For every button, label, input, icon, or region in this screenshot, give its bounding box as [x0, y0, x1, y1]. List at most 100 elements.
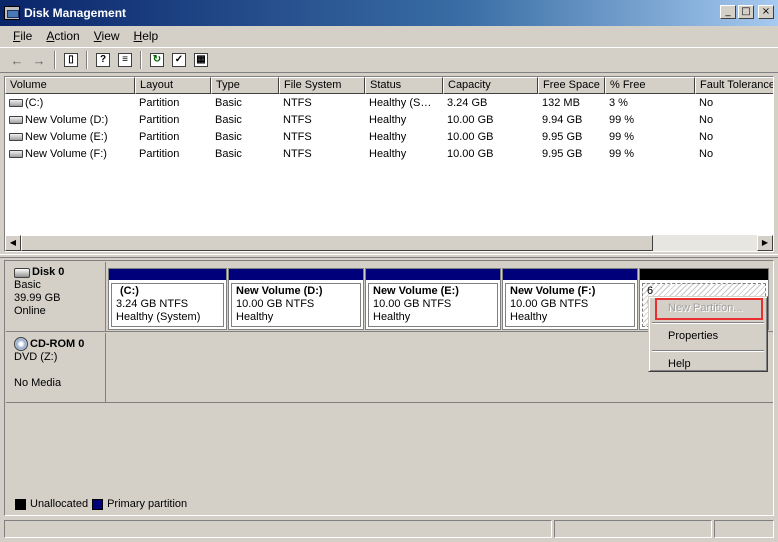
disk-0-label[interactable]: Disk 0 Basic 39.99 GB Online: [6, 262, 106, 332]
help-icon[interactable]: ?: [92, 49, 114, 71]
partition-bar: [503, 269, 637, 280]
toolbar: ← → ▯ ? ≡ ↻ ✓ ▦: [0, 47, 778, 73]
horizontal-scrollbar[interactable]: ◀ ▶: [5, 235, 773, 251]
maximize-button[interactable]: □: [738, 5, 754, 19]
column-type[interactable]: Type: [211, 77, 279, 94]
volume-icon: [9, 99, 23, 107]
partition-status: Healthy: [510, 311, 548, 323]
partition-status: Healthy (System): [116, 311, 201, 323]
partition-bar: [229, 269, 363, 280]
close-button[interactable]: ×: [758, 5, 774, 19]
table-row[interactable]: New Volume (D:) Partition Basic NTFS Hea…: [5, 112, 765, 129]
cell-free-space: 9.95 GB: [542, 131, 583, 143]
rescan-disks-icon[interactable]: ▦: [190, 49, 212, 71]
cell-capacity: 10.00 GB: [447, 148, 494, 160]
partition-name: New Volume (D:): [236, 285, 323, 297]
cell-volume: New Volume (E:): [25, 131, 108, 143]
cell-volume: New Volume (F:): [25, 148, 107, 160]
volume-icon: [9, 150, 23, 158]
column-status[interactable]: Status: [365, 77, 443, 94]
volume-icon: [9, 116, 23, 124]
partition-size: 10.00 GB NTFS: [373, 298, 452, 310]
cell-volume: (C:): [25, 97, 44, 109]
cell-percent-free: 99 %: [609, 114, 635, 126]
disk-management-app-icon[interactable]: [4, 6, 20, 20]
cell-free-space: 9.94 GB: [542, 114, 583, 126]
cell-percent-free: 99 %: [609, 148, 635, 160]
cell-layout: Partition: [139, 97, 180, 109]
menu-item-properties[interactable]: Properties: [651, 327, 765, 347]
disk-name: Disk 0: [32, 266, 65, 278]
scrollbar-thumb[interactable]: [21, 235, 653, 251]
window-title: Disk Management: [24, 6, 127, 20]
scrollbar-track[interactable]: [653, 235, 757, 251]
toolbar-separator: [140, 51, 142, 69]
minimize-button[interactable]: _: [720, 5, 736, 19]
menu-help[interactable]: Help: [127, 27, 166, 45]
toolbar-separator: [54, 51, 56, 69]
partition-f[interactable]: New Volume (F:) 10.00 GB NTFS Healthy: [502, 268, 638, 330]
properties-icon[interactable]: ≡: [114, 49, 136, 71]
unallocated-swatch: [15, 498, 26, 510]
forward-arrow-icon[interactable]: →: [28, 49, 50, 71]
cell-fault-tolerance: No: [699, 114, 714, 126]
menu-item-help[interactable]: Help: [651, 355, 765, 375]
refresh-icon[interactable]: ↻: [146, 49, 168, 71]
cell-file-system: NTFS: [283, 114, 312, 126]
settings-icon[interactable]: ✓: [168, 49, 190, 71]
table-row[interactable]: (C:) Partition Basic NTFS Healthy (S… 3.…: [5, 95, 765, 112]
column-free-space[interactable]: Free Space: [538, 77, 605, 94]
menu-view[interactable]: View: [87, 27, 127, 45]
cdrom-drive: DVD (Z:): [14, 351, 58, 363]
column-layout[interactable]: Layout: [135, 77, 211, 94]
menu-action[interactable]: Action: [39, 27, 86, 45]
table-row[interactable]: New Volume (E:) Partition Basic NTFS Hea…: [5, 129, 765, 146]
pane-splitter[interactable]: [0, 254, 778, 258]
legend-primary: Primary partition: [107, 498, 188, 510]
toolbar-separator: [86, 51, 88, 69]
table-row[interactable]: New Volume (F:) Partition Basic NTFS Hea…: [5, 146, 765, 163]
partition-name: New Volume (E:): [373, 285, 459, 297]
column-file-system[interactable]: File System: [279, 77, 365, 94]
cdrom-media: No Media: [14, 377, 62, 389]
legend: Unallocated Primary partition: [11, 495, 187, 513]
scroll-right-icon[interactable]: ▶: [757, 235, 773, 251]
column-capacity[interactable]: Capacity: [443, 77, 538, 94]
menu-file[interactable]: File: [6, 27, 39, 45]
column-volume[interactable]: Volume: [5, 77, 135, 94]
partition-bar: [366, 269, 500, 280]
partition-bar: [109, 269, 226, 280]
unallocated-bar: [640, 269, 768, 280]
partition-status: Healthy: [373, 311, 411, 323]
status-cell: [714, 520, 774, 538]
cell-fault-tolerance: No: [699, 131, 714, 143]
cell-type: Basic: [215, 114, 242, 126]
disk-icon: [14, 267, 30, 278]
volume-list: Volume Layout Type File System Status Ca…: [4, 76, 774, 252]
partition-d[interactable]: New Volume (D:) 10.00 GB NTFS Healthy: [228, 268, 364, 330]
cell-type: Basic: [215, 97, 242, 109]
cdrom-0-label[interactable]: CD-ROM 0 DVD (Z:) No Media: [6, 333, 106, 403]
partition-status: Healthy: [236, 311, 274, 323]
status-bar: [4, 520, 774, 538]
cell-type: Basic: [215, 148, 242, 160]
scroll-left-icon[interactable]: ◀: [5, 235, 21, 251]
back-arrow-icon[interactable]: ←: [6, 49, 28, 71]
partition-name: New Volume (F:): [510, 285, 596, 297]
partition-e[interactable]: New Volume (E:) 10.00 GB NTFS Healthy: [365, 268, 501, 330]
menu-bar: File Action View Help: [0, 26, 778, 46]
show-hide-console-tree-icon[interactable]: ▯: [60, 49, 82, 71]
highlight-box: [655, 298, 763, 320]
column-percent-free[interactable]: % Free: [605, 77, 695, 94]
partition-c[interactable]: (C:) 3.24 GB NTFS Healthy (System): [108, 268, 227, 330]
cell-fault-tolerance: No: [699, 97, 714, 109]
column-fault-tolerance[interactable]: Fault Tolerance: [695, 77, 773, 94]
cell-type: Basic: [215, 131, 242, 143]
cell-percent-free: 99 %: [609, 131, 635, 143]
cell-volume: New Volume (D:): [25, 114, 109, 126]
cell-status: Healthy: [369, 114, 407, 126]
status-cell: [554, 520, 712, 538]
cell-layout: Partition: [139, 114, 180, 126]
primary-partition-swatch: [92, 498, 104, 510]
disk-size: 39.99 GB: [14, 292, 61, 304]
